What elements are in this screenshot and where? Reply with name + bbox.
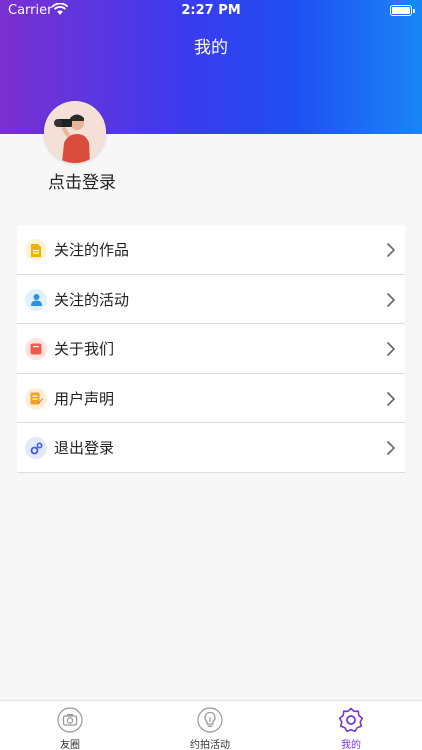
status-bar: Carrier 2:27 PM xyxy=(0,0,422,22)
login-prompt[interactable]: 点击登录 xyxy=(48,168,116,193)
chevron-right-icon xyxy=(386,391,396,406)
info-card-icon xyxy=(25,338,47,361)
avatar[interactable] xyxy=(44,101,106,163)
menu-item-followed-works[interactable]: 关注的作品 xyxy=(17,225,405,275)
gears-icon xyxy=(25,437,47,460)
tab-label: 我的 xyxy=(341,740,361,750)
battery-icon xyxy=(390,5,415,16)
tab-label: 友圈 xyxy=(60,740,80,750)
chevron-right-icon xyxy=(386,292,396,307)
menu-item-user-statement[interactable]: 用户声明 xyxy=(17,374,405,424)
chevron-right-icon xyxy=(386,441,396,456)
menu-item-label: 关于我们 xyxy=(54,340,115,359)
tab-bar: 友圈 约拍活动 我的 xyxy=(0,700,422,750)
camera-icon xyxy=(57,707,83,733)
menu-list: 关注的作品 关注的活动 关于我们 用户声明 退出登录 xyxy=(17,225,405,473)
page-title: 我的 xyxy=(194,38,228,58)
tab-friends-circle[interactable]: 友圈 xyxy=(0,701,140,750)
chevron-right-icon xyxy=(386,242,396,258)
menu-item-about-us[interactable]: 关于我们 xyxy=(17,324,405,374)
menu-item-label: 退出登录 xyxy=(54,439,115,458)
tab-mine[interactable]: 我的 xyxy=(281,701,421,750)
document-icon xyxy=(25,239,47,261)
statement-icon xyxy=(25,387,47,410)
tab-photo-activities[interactable]: 约拍活动 xyxy=(140,701,280,750)
menu-item-followed-activities[interactable]: 关注的活动 xyxy=(17,275,405,325)
photographer-avatar-icon xyxy=(44,101,106,163)
person-icon xyxy=(25,288,47,311)
tab-label: 约拍活动 xyxy=(190,740,230,750)
bulb-icon xyxy=(197,707,223,733)
clock: 2:27 PM xyxy=(181,3,241,18)
chevron-right-icon xyxy=(386,342,396,357)
menu-item-logout[interactable]: 退出登录 xyxy=(17,423,405,473)
menu-item-label: 用户声明 xyxy=(54,389,115,408)
menu-item-label: 关注的作品 xyxy=(54,241,130,259)
menu-item-label: 关注的活动 xyxy=(54,290,130,309)
settings-icon xyxy=(338,707,364,733)
